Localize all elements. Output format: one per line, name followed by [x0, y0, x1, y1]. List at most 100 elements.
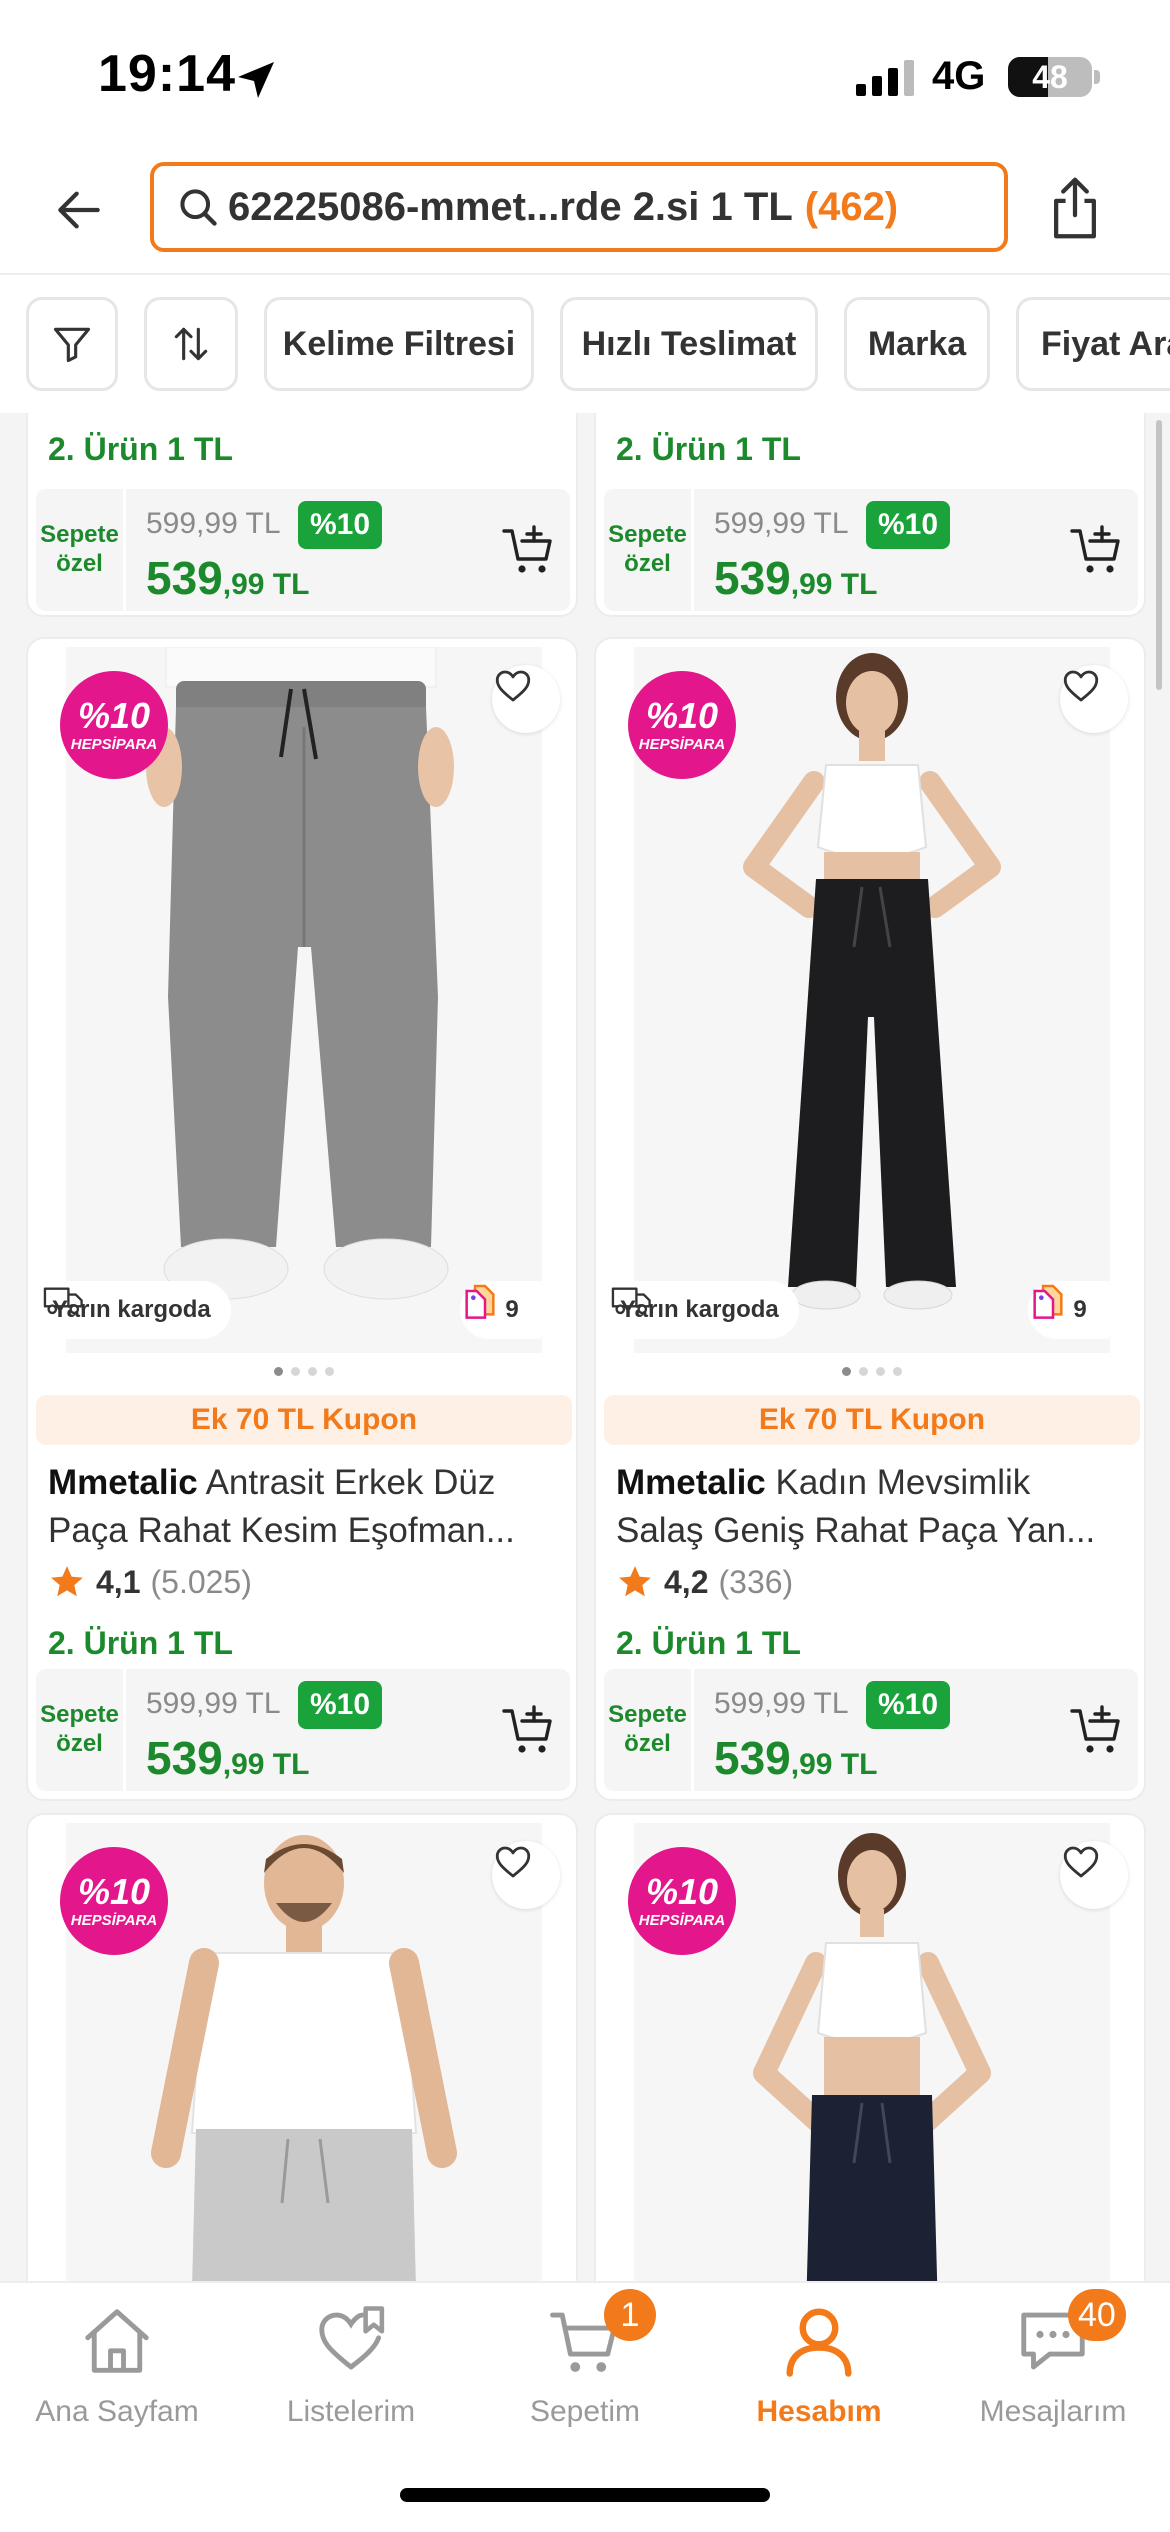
product-title-line-2: Paça Rahat Kesim Eşofman... [48, 1511, 515, 1550]
tab-mesajlarim[interactable]: 40 Mesajlarım [936, 2289, 1170, 2451]
product-card[interactable]: %10 HEPSİPARA Yarın kargoda 9 Ek 70 TL K… [594, 637, 1146, 1801]
sort-icon [174, 327, 208, 361]
product-image[interactable]: %10 HEPSİPARA Yarın kargoda 9 [604, 647, 1140, 1353]
home-indicator [400, 2488, 770, 2502]
favorite-button[interactable] [492, 1841, 560, 1909]
heart-list-icon [311, 2301, 391, 2381]
new-price-int: 539 [714, 1732, 791, 1784]
star-icon [619, 1566, 651, 1597]
add-to-cart-icon[interactable] [1068, 1703, 1124, 1759]
product-card[interactable]: %10 HEPSİPARA Yarın kargoda 9 Ek 70 TL K… [26, 637, 578, 1801]
chip-hizli-teslimat[interactable]: Hızlı Teslimat [560, 297, 818, 391]
back-button[interactable] [44, 175, 114, 245]
variant-count-pill[interactable]: 9 [460, 1281, 564, 1339]
product-image[interactable]: %10 HEPSİPARA [36, 1823, 572, 2281]
new-price-dec: ,99 TL [222, 1748, 310, 1781]
tab-sepetim[interactable]: 1 Sepetim [468, 2289, 702, 2451]
product-image[interactable]: %10 HEPSİPARA Yarın kargoda 9 [36, 647, 572, 1353]
chip-marka[interactable]: Marka [844, 297, 990, 391]
back-arrow-icon [58, 191, 100, 229]
sort-button[interactable] [144, 297, 238, 391]
variant-tag-icon [1033, 1284, 1063, 1319]
tab-label: Listelerim [286, 2395, 416, 2428]
pager-dot [325, 1367, 334, 1376]
add-to-cart-icon[interactable] [1068, 523, 1124, 579]
product-title-line-1: Mmetalic Antrasit Erkek Düz [48, 1459, 560, 1507]
tab-label: Mesajlarım [979, 2395, 1127, 2428]
tab-label: Sepetim [529, 2395, 641, 2428]
new-price-int: 539 [714, 552, 791, 604]
add-to-cart-icon[interactable] [500, 1703, 556, 1759]
search-header: 62225086-mmet...rde 2.si 1 TL (462) [0, 150, 1170, 275]
product-card[interactable]: %10 HEPSİPARA [26, 1813, 578, 2281]
scrollbar[interactable] [1156, 420, 1162, 690]
product-title: Mmetalic Antrasit Erkek Düz Paça Rahat K… [48, 1459, 560, 1555]
user-icon [779, 2301, 859, 2381]
shipping-pill: Yarın kargoda [610, 1281, 799, 1339]
share-icon [1054, 177, 1096, 239]
cart-count-badge: 1 [604, 2289, 656, 2341]
chip-kelime-filtresi[interactable]: Kelime Filtresi [264, 297, 534, 391]
price-box: Sepete özel 599,99 TL %10 539,99 TL [604, 1669, 1138, 1791]
new-price-int: 539 [146, 1732, 223, 1784]
battery-level: 48 [1032, 59, 1068, 95]
new-price-dec: ,99 TL [222, 568, 310, 601]
search-input[interactable]: 62225086-mmet...rde 2.si 1 TL (462) [150, 162, 1008, 252]
coupon-strip: Ek 70 TL Kupon [36, 1395, 572, 1445]
old-price: 599,99 TL [714, 1687, 849, 1720]
product-card-partial[interactable]: 2. Ürün 1 TL Sepete özel 599,99 TL %10 5… [594, 413, 1146, 617]
tab-hesabim[interactable]: Hesabım [702, 2301, 936, 2451]
share-button[interactable] [1040, 170, 1110, 246]
heart-icon [1063, 670, 1099, 702]
image-pager-dots [596, 1367, 1144, 1381]
home-icon [77, 2301, 157, 2381]
pager-dot [876, 1367, 885, 1376]
hepsipara-brand: HEPSİPARA [638, 735, 726, 753]
funnel-icon [53, 327, 91, 363]
promo-label: 2. Ürün 1 TL [616, 431, 801, 467]
rating-count: (5.025) [150, 1563, 252, 1600]
tab-label: Ana Sayfam [35, 2395, 199, 2428]
location-arrow-icon [238, 62, 274, 98]
product-title-rest: Kadın Mevsimlik [775, 1463, 1031, 1502]
pager-dot [274, 1367, 283, 1376]
tab-ana-sayfam[interactable]: Ana Sayfam [0, 2301, 234, 2451]
variant-count-pill[interactable]: 9 [1028, 1281, 1132, 1339]
product-image[interactable]: %10 HEPSİPARA [604, 1823, 1140, 2281]
hepsipara-percent: %10 [77, 694, 151, 736]
rating: 4,1 (5.025) [48, 1563, 252, 1601]
product-brand: Mmetalic [48, 1463, 198, 1502]
rating-count: (336) [718, 1563, 794, 1600]
favorite-button[interactable] [1060, 1841, 1128, 1909]
product-brand: Mmetalic [616, 1463, 766, 1502]
message-count-badge: 40 [1068, 2289, 1126, 2341]
new-price: 539,99 TL [146, 551, 309, 605]
new-price-dec: ,99 TL [790, 1748, 878, 1781]
battery-icon: 48 [1008, 57, 1092, 97]
favorite-button[interactable] [1060, 665, 1128, 733]
rating-value: 4,2 [664, 1563, 709, 1600]
discount-badge: %10 [298, 501, 383, 549]
filter-bar: Kelime Filtresi Hızlı Teslimat Marka Fiy… [0, 277, 1170, 413]
sepete-ozel-label: Sepete özel [604, 489, 694, 611]
hepsipara-badge: %10 HEPSİPARA [60, 671, 168, 779]
search-icon [180, 189, 217, 226]
favorite-button[interactable] [492, 665, 560, 733]
add-to-cart-icon[interactable] [500, 523, 556, 579]
tab-label: Hesabım [756, 2395, 882, 2428]
signal-icon [856, 60, 914, 96]
sepete-ozel-label: Sepete özel [36, 1669, 126, 1791]
tab-listelerim[interactable]: Listelerim [234, 2301, 468, 2451]
rating: 4,2 (336) [616, 1563, 793, 1601]
product-card-partial[interactable]: 2. Ürün 1 TL Sepete özel 599,99 TL %10 5… [26, 413, 578, 617]
heart-icon [495, 670, 531, 702]
sepete-ozel-label: Sepete özel [604, 1669, 694, 1791]
filter-button[interactable] [26, 297, 118, 391]
price-box: Sepete özel 599,99 TL %10 539,99 TL [36, 1669, 570, 1791]
hepsipara-percent: %10 [645, 694, 719, 736]
chip-fiyat-araligi[interactable]: Fiyat Ara [1016, 297, 1170, 391]
variant-count: 9 [505, 1296, 519, 1323]
heart-icon [495, 1846, 531, 1878]
product-card[interactable]: %10 HEPSİPARA [594, 1813, 1146, 2281]
pager-dot [842, 1367, 851, 1376]
